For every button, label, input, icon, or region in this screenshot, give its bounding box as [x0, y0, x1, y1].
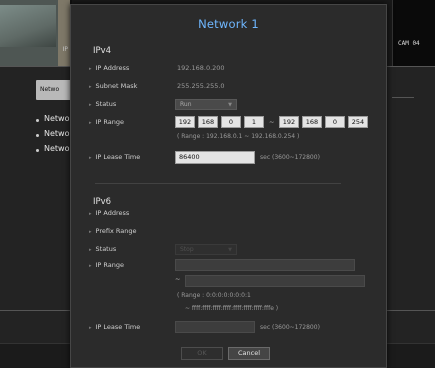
- menu-bullet-icon: [36, 134, 39, 137]
- ipv6-prefix-range-label: ▸ Prefix Range: [89, 227, 137, 235]
- ipv4-range-hint: ( Range : 192.168.0.1 ~ 192.168.0.254 ): [177, 133, 300, 140]
- ipv4-ip-address-label: ▸ IP Address: [89, 64, 130, 72]
- chevron-right-icon: ▸: [89, 102, 92, 108]
- chevron-right-icon: ▸: [89, 155, 92, 161]
- ipv6-status-label: ▸ Status: [89, 245, 117, 253]
- cancel-button[interactable]: Cancel: [228, 347, 270, 360]
- ipv4-range-end-octet-4[interactable]: 254: [348, 116, 368, 128]
- ipv6-status-value: Stop: [180, 246, 194, 253]
- ipv6-range-start-input[interactable]: [175, 259, 355, 271]
- camera-1-tile: IP: [0, 0, 72, 66]
- menu-item-network-3[interactable]: Netwo: [44, 144, 69, 153]
- ipv4-heading: IPv4: [93, 46, 112, 56]
- menu-item-network-2[interactable]: Netwo: [44, 129, 69, 138]
- chevron-right-icon: ▸: [89, 229, 92, 235]
- ipv6-range-hint-end: ~ ffff:ffff:ffff:ffff:ffff:ffff:ffff:fff…: [185, 305, 279, 312]
- ipv4-range-end-octet-1[interactable]: 192: [279, 116, 299, 128]
- ipv4-ip-address-value: 192.168.0.200: [177, 64, 225, 72]
- ipv6-lease-time-suffix: sec (3600~172800): [260, 324, 320, 331]
- ipv4-range-start-octet-2[interactable]: 168: [198, 116, 218, 128]
- camera-4-tile: CAM 04: [392, 0, 435, 66]
- ipv4-range-end-octet-2[interactable]: 168: [302, 116, 322, 128]
- chevron-right-icon: ▸: [89, 66, 92, 72]
- ipv6-lease-time-label: ▸ IP Lease Time: [89, 323, 141, 331]
- ipv6-ip-address-label: ▸ IP Address: [89, 209, 130, 217]
- ipv4-range-separator: ~: [269, 118, 275, 126]
- ipv4-range-start-octet-1[interactable]: 192: [175, 116, 195, 128]
- ipv4-range-start-octet-3[interactable]: 0: [221, 116, 241, 128]
- network-dialog: Network 1 IPv4 ▸ IP Address 192.168.0.200…: [70, 4, 387, 368]
- ipv4-status-dropdown[interactable]: Run ▼: [175, 99, 237, 110]
- ipv4-status-value: Run: [180, 101, 192, 108]
- chevron-right-icon: ▸: [89, 84, 92, 90]
- ipv4-status-label: ▸ Status: [89, 100, 117, 108]
- ipv6-range-separator: ~: [175, 275, 181, 283]
- menu-bullet-icon: [36, 119, 39, 122]
- ipv4-lease-time-suffix: sec (3600~172800): [260, 154, 320, 161]
- chevron-right-icon: ▸: [89, 120, 92, 126]
- section-divider: [95, 183, 341, 184]
- chevron-right-icon: ▸: [89, 211, 92, 217]
- dialog-title: Network 1: [198, 17, 259, 31]
- ipv4-lease-time-label: ▸ IP Lease Time: [89, 153, 141, 161]
- ipv4-range-end-octet-3[interactable]: 0: [325, 116, 345, 128]
- panel-bottom-rule-right: [387, 310, 435, 311]
- ipv4-subnet-mask-label: ▸ Subnet Mask: [89, 82, 138, 90]
- camera-1-thumbnail: [0, 5, 56, 47]
- panel-right-rule: [392, 97, 414, 98]
- menu-bullet-icon: [36, 149, 39, 152]
- chevron-right-icon: ▸: [89, 247, 92, 253]
- caret-down-icon: ▼: [228, 247, 232, 253]
- ipv4-lease-time-input[interactable]: 86400: [175, 151, 255, 164]
- camera-4-label: CAM 04: [398, 40, 420, 47]
- panel-bottom-rule-left: [0, 310, 70, 311]
- menu-item-network-1[interactable]: Netwo: [44, 114, 69, 123]
- ipv4-subnet-mask-value: 255.255.255.0: [177, 82, 225, 90]
- ipv4-ip-range-label: ▸ IP Range: [89, 118, 125, 126]
- ipv6-lease-time-input[interactable]: [175, 321, 255, 333]
- ok-button[interactable]: OK: [181, 347, 223, 360]
- ipv6-range-end-input[interactable]: [185, 275, 365, 287]
- ipv6-heading: IPv6: [93, 197, 112, 207]
- camera-1-side-strip: [58, 0, 70, 66]
- ipv4-range-start-octet-4[interactable]: 1: [244, 116, 264, 128]
- ipv6-status-dropdown[interactable]: Stop ▼: [175, 244, 237, 255]
- ipv6-range-hint-start: ( Range : 0:0:0:0:0:0:0:1: [177, 292, 251, 299]
- chevron-right-icon: ▸: [89, 325, 92, 331]
- chevron-right-icon: ▸: [89, 263, 92, 269]
- ipv6-ip-range-label: ▸ IP Range: [89, 261, 125, 269]
- caret-down-icon: ▼: [228, 102, 232, 108]
- camera-1-label: IP: [62, 46, 68, 53]
